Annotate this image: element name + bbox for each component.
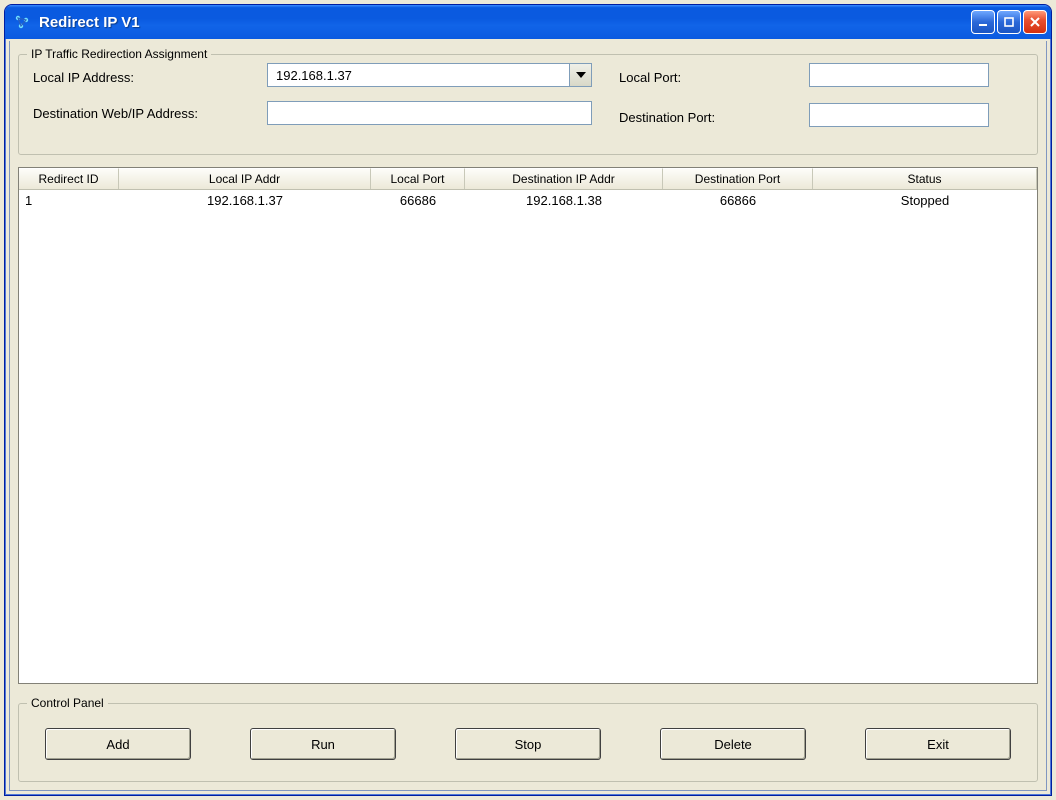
chevron-down-icon[interactable] <box>569 64 591 86</box>
col-dest-port[interactable]: Destination Port <box>663 168 813 189</box>
window-title: Redirect IP V1 <box>39 14 971 31</box>
minimize-button[interactable] <box>971 10 995 34</box>
col-status[interactable]: Status <box>813 168 1037 189</box>
local-port-input[interactable] <box>809 63 989 87</box>
col-redirect-id[interactable]: Redirect ID <box>19 168 119 189</box>
client-area: IP Traffic Redirection Assignment Local … <box>9 41 1047 791</box>
exit-button[interactable]: Exit <box>865 728 1011 760</box>
stop-button[interactable]: Stop <box>455 728 601 760</box>
cell-dest-port: 66866 <box>663 190 813 210</box>
local-ip-value: 192.168.1.37 <box>272 68 569 83</box>
control-panel-legend: Control Panel <box>27 696 108 710</box>
cell-local-port: 66686 <box>371 190 465 210</box>
label-local-ip: Local IP Address: <box>33 65 134 89</box>
cell-redirect-id: 1 <box>19 190 119 210</box>
cell-dest-ip: 192.168.1.38 <box>465 190 663 210</box>
cell-local-ip: 192.168.1.37 <box>119 190 371 210</box>
dest-port-input[interactable] <box>809 103 989 127</box>
col-local-port[interactable]: Local Port <box>371 168 465 189</box>
maximize-button[interactable] <box>997 10 1021 34</box>
assignment-groupbox: IP Traffic Redirection Assignment Local … <box>18 47 1038 155</box>
delete-button[interactable]: Delete <box>660 728 806 760</box>
titlebar[interactable]: Redirect IP V1 <box>5 5 1051 39</box>
app-icon <box>13 13 31 31</box>
col-local-ip[interactable]: Local IP Addr <box>119 168 371 189</box>
listview-header-row: Redirect ID Local IP Addr Local Port Des… <box>19 168 1037 190</box>
assignment-legend: IP Traffic Redirection Assignment <box>27 47 211 61</box>
cell-status: Stopped <box>813 190 1037 210</box>
dest-ip-input[interactable] <box>267 101 592 125</box>
run-button[interactable]: Run <box>250 728 396 760</box>
redirects-listview[interactable]: Redirect ID Local IP Addr Local Port Des… <box>18 167 1038 684</box>
label-local-port: Local Port: <box>619 65 681 89</box>
close-button[interactable] <box>1023 10 1047 34</box>
window-controls <box>971 10 1047 34</box>
app-window: Redirect IP V1 IP Traffic Redirection As… <box>4 4 1052 796</box>
label-dest-port: Destination Port: <box>619 105 715 129</box>
col-dest-ip[interactable]: Destination IP Addr <box>465 168 663 189</box>
local-ip-combobox[interactable]: 192.168.1.37 <box>267 63 592 87</box>
control-panel-groupbox: Control Panel Add Run Stop Delete Exit <box>18 696 1038 782</box>
add-button[interactable]: Add <box>45 728 191 760</box>
table-row[interactable]: 1 192.168.1.37 66686 192.168.1.38 66866 … <box>19 190 1037 210</box>
label-dest-ip: Destination Web/IP Address: <box>33 101 198 125</box>
